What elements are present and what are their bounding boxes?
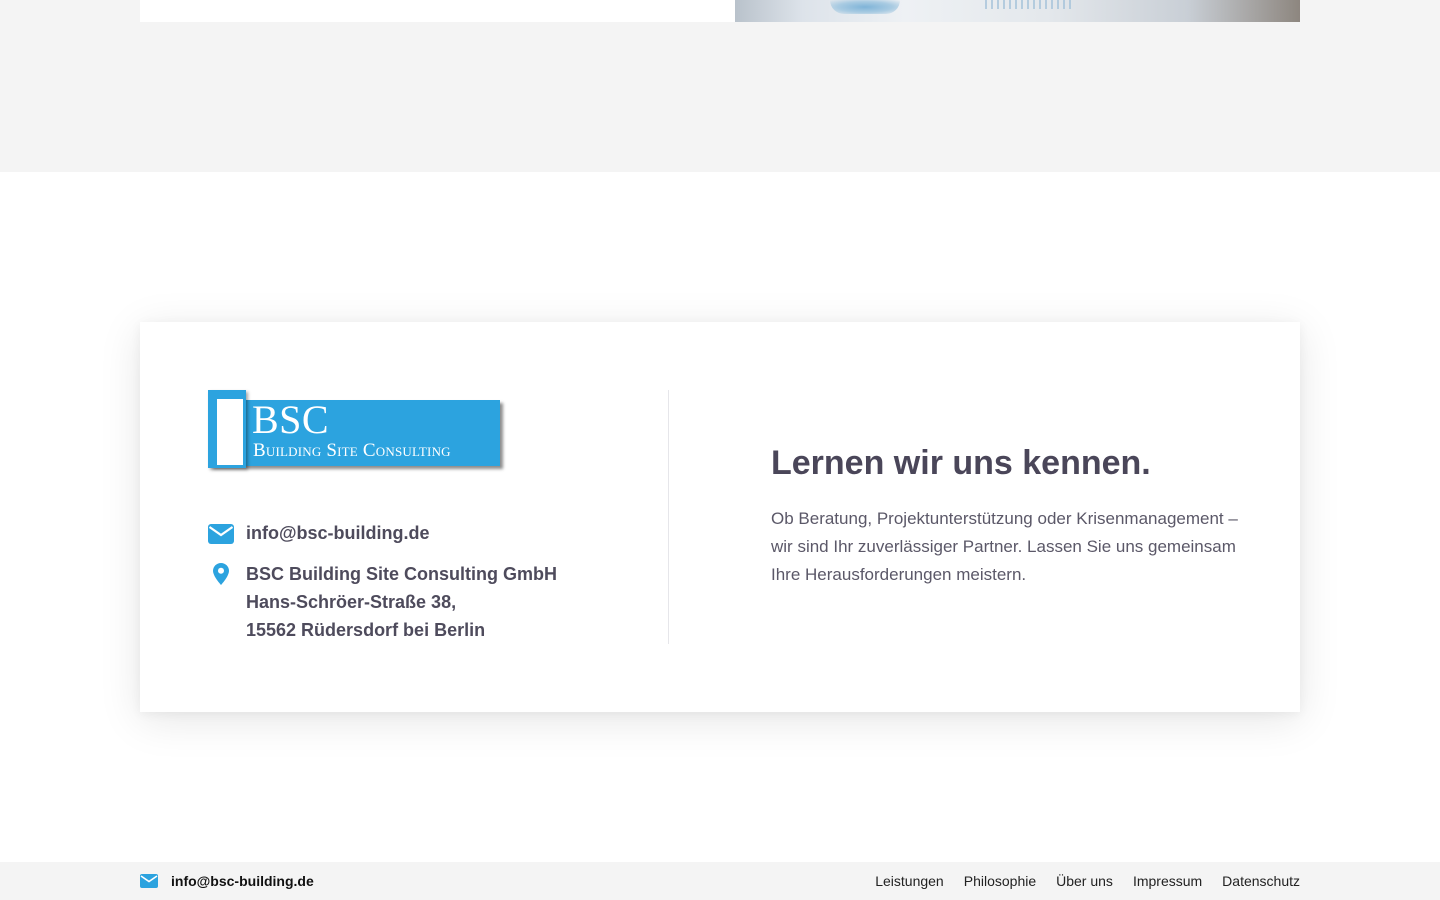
image-chart-detail [830,0,900,14]
footer-email-text: info@bsc-building.de [171,873,314,889]
company-logo[interactable]: BSC Building Site Consulting [208,390,504,470]
cta-headline: Lernen wir uns kennen. [771,444,1151,482]
footer-link-leistungen[interactable]: Leistungen [875,872,944,890]
footer-link-philosophie[interactable]: Philosophie [964,872,1036,890]
contact-address-row: BSC Building Site Consulting GmbH Hans-S… [208,560,557,644]
image-bars-detail [985,0,1075,9]
previous-section-band [0,0,1440,172]
vertical-divider [668,390,669,644]
contact-email-link[interactable]: info@bsc-building.de [246,519,430,547]
contact-card: BSC Building Site Consulting info@bsc-bu… [140,322,1300,712]
footer-link-impressum[interactable]: Impressum [1133,872,1202,890]
contact-email-row[interactable]: info@bsc-building.de [208,519,430,547]
contact-address: BSC Building Site Consulting GmbH Hans-S… [246,560,557,644]
previous-card-image [735,0,1300,22]
logo-tower [208,390,246,468]
address-city: 15562 Rüdersdorf bei Berlin [246,620,486,640]
footer-nav: Leistungen Philosophie Über uns Impressu… [875,872,1300,890]
address-company: BSC Building Site Consulting GmbH [246,564,557,584]
cta-text: Ob Beratung, Projektunterstützung oder K… [771,509,1238,584]
footer-bar: info@bsc-building.de Leistungen Philosop… [0,862,1440,900]
address-street: Hans-Schröer-Straße 38, [246,592,457,612]
footer-email-link[interactable]: info@bsc-building.de [140,872,314,890]
envelope-icon [208,523,234,545]
map-pin-icon [208,563,234,585]
footer-link-ueber-uns[interactable]: Über uns [1056,872,1113,890]
footer-link-datenschutz[interactable]: Datenschutz [1222,872,1300,890]
logo-full-name: Building Site Consulting [253,440,451,461]
logo-short-name: BSC [252,397,330,442]
logo-tower-inner [217,399,243,465]
previous-card-text-area [140,0,735,22]
envelope-icon [140,873,158,889]
